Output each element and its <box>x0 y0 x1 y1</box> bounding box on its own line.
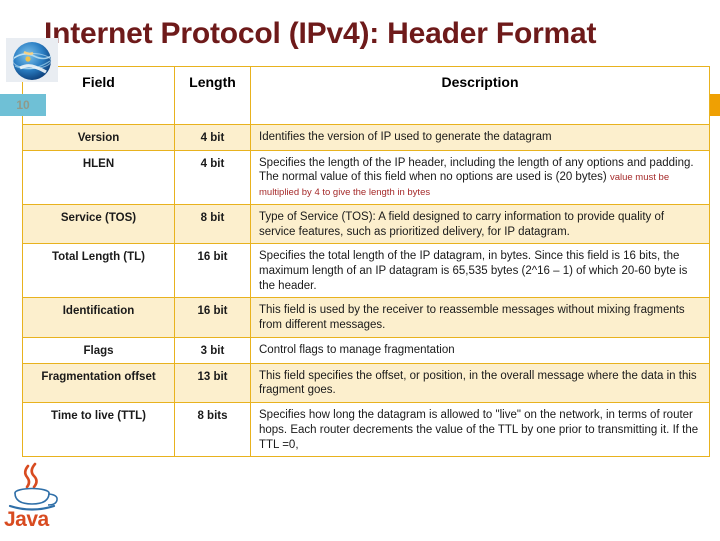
page-title: Internet Protocol (IPv4): Header Format <box>44 17 597 50</box>
cell-field: HLEN <box>22 149 175 205</box>
column-header-description: Description <box>250 66 710 125</box>
table-row: Time to live (TTL) 8 bits Specifies how lo… <box>22 402 710 458</box>
cell-length: 8 bit <box>174 203 251 245</box>
java-wordmark: Java <box>4 508 49 531</box>
table-row: HLEN 4 bit Specifies the length of the IP … <box>22 149 710 205</box>
description-text: This field is used by the receiver to re… <box>259 304 685 332</box>
description-text: Control flags to manage fragmentation <box>259 343 455 356</box>
table-row: Service (TOS) 8 bit Type of Service (TOS):… <box>22 203 710 245</box>
cell-description: Specifies the total length of the IP dat… <box>250 243 710 299</box>
description-text: Identifies the version of IP used to gen… <box>259 131 552 143</box>
slide-number-badge: 10 <box>0 94 46 116</box>
cell-length: 8 bits <box>174 402 251 458</box>
table-row: Total Length (TL) 16 bit Specifies the tot… <box>22 243 710 299</box>
cell-field: Time to live (TTL) <box>22 402 175 458</box>
cell-description: Control flags to manage fragmentation <box>250 336 710 364</box>
table-row: Fragmentation offset 13 bit This field spe… <box>22 362 710 404</box>
column-header-length: Length <box>174 66 251 125</box>
description-text: Specifies how long the datagram is allow… <box>259 409 699 451</box>
table-body: Version 4 bit Identifies the version of IP… <box>22 124 710 458</box>
cell-length: 4 bit <box>174 149 251 205</box>
description-text: This field specifies the offset, or posi… <box>259 369 697 397</box>
cell-description: This field is used by the receiver to re… <box>250 297 710 338</box>
cell-length: 16 bit <box>174 297 251 338</box>
cell-field: Service (TOS) <box>22 203 175 245</box>
cell-description: Specifies the length of the IP header, i… <box>250 149 710 205</box>
cell-field: Flags <box>22 336 175 364</box>
globe-icon <box>6 38 58 82</box>
description-text: Specifies the total length of the IP dat… <box>259 250 688 292</box>
table-header-row: Field Length Description <box>22 66 710 125</box>
description-text: Type of Service (TOS): A field designed … <box>259 210 665 238</box>
table-row: Flags 3 bit Control flags to manage fragme… <box>22 336 710 364</box>
cell-field: Identification <box>22 297 175 338</box>
cell-description: Identifies the version of IP used to gen… <box>250 124 710 151</box>
cell-length: 16 bit <box>174 243 251 299</box>
table-row: Identification 16 bit This field is used b… <box>22 297 710 338</box>
cell-field: Fragmentation offset <box>22 362 175 404</box>
cell-field: Total Length (TL) <box>22 243 175 299</box>
cell-description: This field specifies the offset, or posi… <box>250 362 710 404</box>
cell-description: Type of Service (TOS): A field designed … <box>250 203 710 245</box>
cell-length: 4 bit <box>174 124 251 151</box>
cell-description: Specifies how long the datagram is allow… <box>250 402 710 458</box>
cell-length: 13 bit <box>174 362 251 404</box>
ip-header-format-table: Field Length Description Version 4 bit Ide… <box>22 66 710 458</box>
table-row: Version 4 bit Identifies the version of IP… <box>22 124 710 151</box>
cell-length: 3 bit <box>174 336 251 364</box>
cell-field: Version <box>22 124 175 151</box>
